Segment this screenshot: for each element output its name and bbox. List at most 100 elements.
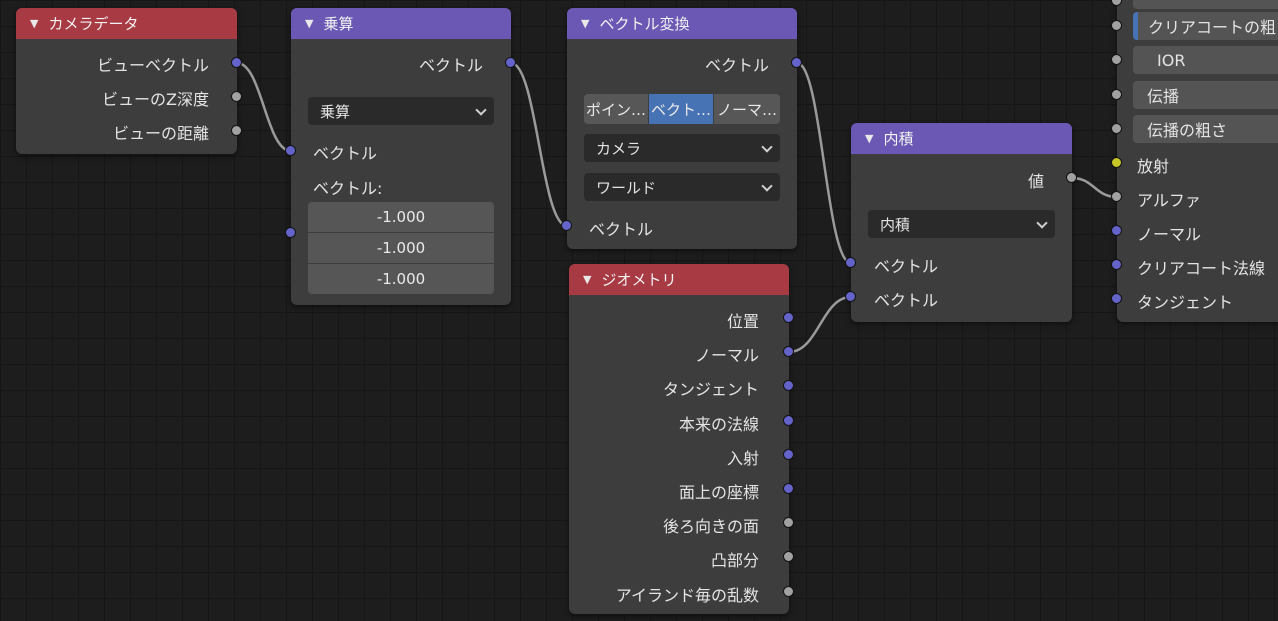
socket-pointiness[interactable]: [783, 551, 794, 562]
socket-incoming[interactable]: [783, 449, 794, 460]
socket-multiply-input-2[interactable]: [285, 227, 296, 238]
node-header[interactable]: ▼ 内積: [851, 123, 1072, 154]
output-pointiness: 凸部分: [710, 551, 759, 570]
socket-random-per-island[interactable]: [783, 586, 794, 597]
input-vector-1-label: ベクトル: [874, 257, 939, 276]
socket-dot-input-1[interactable]: [845, 257, 856, 268]
dot-product-node[interactable]: ▼ 内積 値 内積 ベクトル ベクトル: [851, 123, 1072, 322]
input-alpha-label: アルファ: [1137, 191, 1201, 210]
input-vector-label: ベクトル: [313, 144, 378, 163]
field-ior[interactable]: IOR: [1133, 46, 1278, 74]
socket-normal-input[interactable]: [1111, 225, 1122, 236]
output-view-vector: ビューベクトル: [96, 56, 209, 75]
output-position: 位置: [726, 312, 759, 331]
input-normal-label: ノーマル: [1137, 225, 1202, 244]
field-clearcoat-roughness[interactable]: クリアコートの粗さ: [1133, 12, 1278, 40]
field-transmission[interactable]: 伝播: [1133, 81, 1278, 109]
socket-position[interactable]: [783, 312, 794, 323]
field-transmission-roughness[interactable]: 伝播の粗さ: [1133, 115, 1278, 143]
input-vector-2-label: ベクトル: [874, 291, 939, 310]
operation-dropdown[interactable]: 乗算: [308, 97, 494, 125]
socket-true-normal[interactable]: [783, 415, 794, 426]
input-vector-label: ベクトル: [589, 220, 654, 239]
socket-alpha[interactable]: [1111, 191, 1122, 202]
link-view-vector-to-multiply: [236, 61, 292, 153]
geometry-node[interactable]: ▼ ジオメトリ 位置 ノーマル タンジェント 本来の法線 入射 面上の座標 後ろ…: [569, 264, 789, 614]
node-header[interactable]: ▼ 乗算: [291, 8, 511, 39]
vector-transform-node[interactable]: ▼ ベクトル変換 ベクトル ポイン… ベクト… ノーマ… カメラ ワールド ベク…: [567, 8, 797, 249]
type-option-vector[interactable]: ベクト…: [649, 94, 713, 124]
node-header[interactable]: ▼ カメラデータ: [16, 8, 237, 39]
collapse-triangle-icon[interactable]: ▼: [583, 273, 591, 286]
socket-view-vector[interactable]: [231, 57, 242, 68]
multiply-node[interactable]: ▼ 乗算 ベクトル 乗算 ベクトル ベクトル: -1.000 -1.000 -1…: [291, 8, 511, 305]
operation-value: 内積: [880, 215, 911, 234]
socket-ior[interactable]: [1111, 54, 1122, 65]
socket-vector-transform-input[interactable]: [561, 220, 572, 231]
vector-z-field[interactable]: -1.000: [308, 264, 494, 294]
convert-from-value: カメラ: [596, 139, 642, 158]
principled-bsdf-node[interactable]: クリアコートの粗さ IOR 伝播 伝播の粗さ 放射 アルファ ノーマル クリアコ…: [1117, 0, 1278, 322]
field-partial-top[interactable]: [1133, 0, 1278, 9]
socket-tangent[interactable]: [783, 380, 794, 391]
socket-vector-transform-output[interactable]: [791, 57, 802, 68]
chevron-down-icon: [1036, 217, 1048, 229]
camera-data-node[interactable]: ▼ カメラデータ ビューベクトル ビューのZ深度 ビューの距離: [16, 8, 237, 154]
input-clearcoat-normal-label: クリアコート法線: [1137, 259, 1266, 278]
socket-clearcoat-roughness[interactable]: [1111, 20, 1122, 31]
input-tangent-label: タンジェント: [1137, 293, 1234, 312]
convert-to-dropdown[interactable]: ワールド: [584, 173, 780, 201]
socket-backfacing[interactable]: [783, 517, 794, 528]
socket-multiply-input-1[interactable]: [285, 145, 296, 156]
operation-value: 乗算: [320, 102, 351, 121]
output-incoming: 入射: [726, 449, 759, 468]
node-header[interactable]: ▼ ベクトル変換: [567, 8, 797, 39]
input-emission-label: 放射: [1137, 157, 1170, 176]
type-option-normal[interactable]: ノーマ…: [714, 94, 780, 124]
vector-x-field[interactable]: -1.000: [308, 202, 494, 232]
output-view-distance: ビューの距離: [112, 124, 209, 143]
output-true-normal: 本来の法線: [678, 415, 759, 434]
socket-dot-output[interactable]: [1066, 172, 1077, 183]
output-tangent: タンジェント: [662, 380, 759, 399]
socket-multiply-output[interactable]: [505, 57, 516, 68]
chevron-down-icon: [761, 141, 773, 153]
socket-transmission-roughness[interactable]: [1111, 123, 1122, 134]
output-parametric: 面上の座標: [678, 483, 759, 502]
socket-view-z-depth[interactable]: [231, 91, 242, 102]
node-title: ベクトル変換: [599, 15, 690, 33]
convert-to-value: ワールド: [596, 178, 657, 197]
output-backfacing: 後ろ向きの面: [662, 517, 759, 536]
convert-from-dropdown[interactable]: カメラ: [584, 134, 780, 162]
socket-normal[interactable]: [783, 346, 794, 357]
node-title: 乗算: [323, 15, 354, 33]
socket-emission[interactable]: [1111, 157, 1122, 168]
operation-dropdown[interactable]: 内積: [868, 210, 1055, 238]
socket-transmission[interactable]: [1111, 89, 1122, 100]
output-value: 値: [1027, 172, 1044, 191]
chevron-down-icon: [761, 180, 773, 192]
socket-parametric[interactable]: [783, 483, 794, 494]
node-title: 内積: [883, 130, 914, 148]
vector-y-field[interactable]: -1.000: [308, 233, 494, 263]
collapse-triangle-icon[interactable]: ▼: [581, 17, 589, 30]
output-view-z-depth: ビューのZ深度: [102, 90, 209, 109]
socket-dot-input-2[interactable]: [845, 291, 856, 302]
node-title: ジオメトリ: [601, 271, 677, 289]
collapse-triangle-icon[interactable]: ▼: [30, 17, 38, 30]
output-vector: ベクトル: [704, 56, 769, 75]
socket-clearcoat-normal[interactable]: [1111, 259, 1122, 270]
socket-view-distance[interactable]: [231, 125, 242, 136]
type-option-point[interactable]: ポイン…: [584, 94, 648, 124]
node-header[interactable]: ▼ ジオメトリ: [569, 264, 789, 295]
output-random-per-island: アイランド毎の乱数: [615, 586, 759, 605]
output-vector: ベクトル: [418, 56, 483, 75]
collapse-triangle-icon[interactable]: ▼: [865, 132, 873, 145]
link-multiply-to-vector-transform: [510, 61, 568, 228]
collapse-triangle-icon[interactable]: ▼: [305, 17, 313, 30]
node-title: カメラデータ: [48, 15, 139, 33]
link-vector-transform-to-dot: [796, 61, 852, 265]
output-normal: ノーマル: [694, 346, 759, 365]
chevron-down-icon: [475, 104, 487, 116]
socket-tangent-input[interactable]: [1111, 293, 1122, 304]
